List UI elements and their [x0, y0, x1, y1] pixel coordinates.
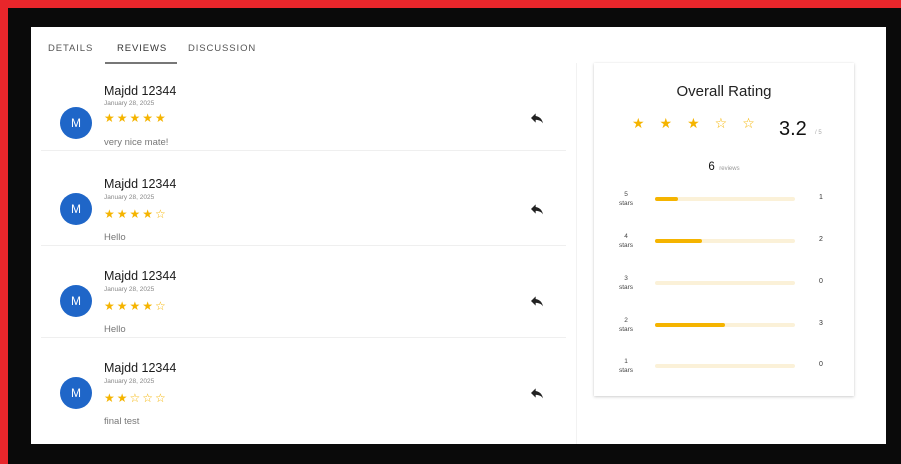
- distribution-fill: [655, 323, 725, 327]
- reply-icon[interactable]: [529, 201, 545, 217]
- reviewer-name: Majdd 12344: [104, 361, 177, 375]
- distribution-row-3: 3 stars 0: [614, 274, 834, 294]
- distribution-bar: [655, 281, 795, 285]
- avatar: M: [60, 377, 92, 409]
- distribution-label: 2 stars: [618, 317, 634, 333]
- distribution-row-1: 1 stars 0: [614, 357, 834, 377]
- distribution-bar: [655, 323, 795, 327]
- review-stars: ★★☆☆☆: [104, 391, 168, 405]
- distribution-fill: [655, 197, 679, 201]
- review-stars: ★★★★★: [104, 111, 168, 125]
- review-text: Hello: [104, 324, 126, 335]
- distribution-count: 2: [819, 236, 823, 243]
- review-item: M Majdd 12344 January 28, 2025 ★★☆☆☆ fin…: [41, 341, 566, 429]
- review-text: final test: [104, 416, 140, 427]
- distribution-label: 5 stars: [618, 191, 634, 207]
- review-item: M Majdd 12344 January 28, 2025 ★★★★★ ver…: [41, 62, 566, 151]
- avatar: M: [60, 107, 92, 139]
- tab-reviews[interactable]: REVIEWS: [117, 43, 167, 54]
- reply-icon[interactable]: [529, 293, 545, 309]
- product-panel: DETAILS REVIEWS DISCUSSION M Majdd 12344…: [31, 27, 886, 444]
- distribution-count: 1: [819, 194, 823, 201]
- review-text: Hello: [104, 232, 126, 243]
- distribution-label: 1 stars: [618, 358, 634, 374]
- card-title: Overall Rating: [676, 83, 772, 100]
- review-count-number: 6: [708, 161, 715, 173]
- distribution-label: 3 stars: [618, 275, 634, 291]
- reviewer-name: Majdd 12344: [104, 177, 177, 191]
- review-item: M Majdd 12344 January 28, 2025 ★★★★☆ Hel…: [41, 249, 566, 338]
- review-date: January 28, 2025: [104, 194, 155, 201]
- overall-rating-card: Overall Rating ★★★☆☆ 3.2 / 5 6 reviews 5…: [594, 63, 854, 396]
- review-count-label: reviews: [719, 166, 740, 172]
- column-divider: [576, 63, 577, 444]
- review-stars: ★★★★☆: [104, 207, 168, 221]
- distribution-row-4: 4 stars 2: [614, 232, 834, 252]
- review-count: 6 reviews: [594, 157, 854, 175]
- distribution-bar: [655, 197, 795, 201]
- distribution-fill: [655, 239, 702, 243]
- review-date: January 28, 2025: [104, 286, 155, 293]
- overall-max: / 5: [815, 130, 822, 136]
- reply-icon[interactable]: [529, 385, 545, 401]
- distribution-bar: [655, 364, 795, 368]
- tab-discussion[interactable]: DISCUSSION: [188, 43, 256, 54]
- reply-icon[interactable]: [529, 110, 545, 126]
- distribution-count: 0: [819, 278, 823, 285]
- distribution-count: 3: [819, 320, 823, 327]
- tab-details[interactable]: DETAILS: [48, 43, 93, 54]
- distribution-row-5: 5 stars 1: [614, 190, 834, 210]
- review-date: January 28, 2025: [104, 100, 155, 107]
- distribution-label: 4 stars: [618, 233, 634, 249]
- review-item: M Majdd 12344 January 28, 2025 ★★★★☆ Hel…: [41, 157, 566, 246]
- reviewer-name: Majdd 12344: [104, 269, 177, 283]
- distribution-count: 0: [819, 361, 823, 368]
- avatar: M: [60, 193, 92, 225]
- review-date: January 28, 2025: [104, 378, 155, 385]
- review-text: very nice mate!: [104, 137, 169, 148]
- overall-stars: ★★★☆☆: [632, 115, 770, 131]
- distribution-bar: [655, 239, 795, 243]
- overall-score: 3.2: [779, 118, 807, 140]
- review-stars: ★★★★☆: [104, 299, 168, 313]
- avatar: M: [60, 285, 92, 317]
- reviewer-name: Majdd 12344: [104, 84, 177, 98]
- distribution-row-2: 2 stars 3: [614, 316, 834, 336]
- tab-bar: DETAILS REVIEWS DISCUSSION: [31, 27, 591, 67]
